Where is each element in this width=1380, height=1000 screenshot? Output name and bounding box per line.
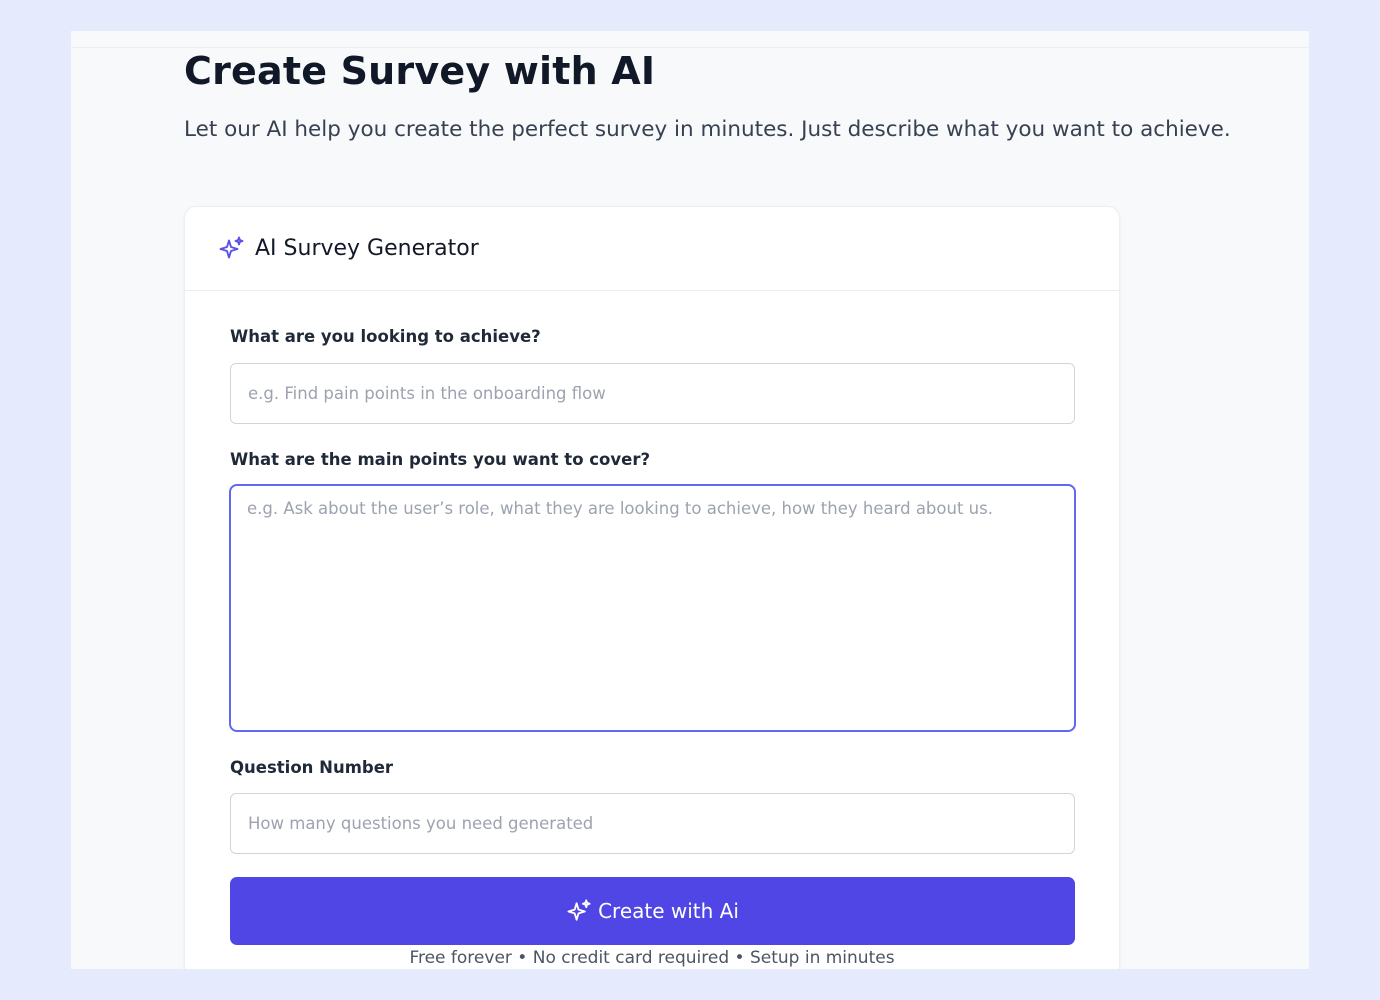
sparkles-icon bbox=[218, 235, 246, 263]
create-button-label: Create with Ai bbox=[598, 899, 739, 923]
card-header: AI Survey Generator bbox=[185, 207, 1119, 291]
app-window: Create Survey with AI Let our AI help yo… bbox=[71, 31, 1309, 969]
page-subtitle: Let our AI help you create the perfect s… bbox=[184, 117, 1231, 142]
footnote: Free forever • No credit card required •… bbox=[409, 948, 895, 968]
top-divider bbox=[71, 47, 1309, 48]
goal-input[interactable] bbox=[230, 363, 1075, 424]
sparkles-icon bbox=[566, 898, 593, 925]
card-title: AI Survey Generator bbox=[255, 236, 479, 261]
page-title: Create Survey with AI bbox=[184, 49, 656, 93]
question-number-input[interactable] bbox=[230, 793, 1075, 854]
points-label: What are the main points you want to cov… bbox=[230, 450, 651, 469]
create-with-ai-button[interactable]: Create with Ai bbox=[230, 877, 1075, 945]
ai-survey-generator-card: AI Survey Generator What are you looking… bbox=[184, 206, 1120, 969]
points-textarea[interactable] bbox=[229, 484, 1076, 732]
question-number-label: Question Number bbox=[230, 758, 394, 777]
goal-label: What are you looking to achieve? bbox=[230, 327, 541, 346]
